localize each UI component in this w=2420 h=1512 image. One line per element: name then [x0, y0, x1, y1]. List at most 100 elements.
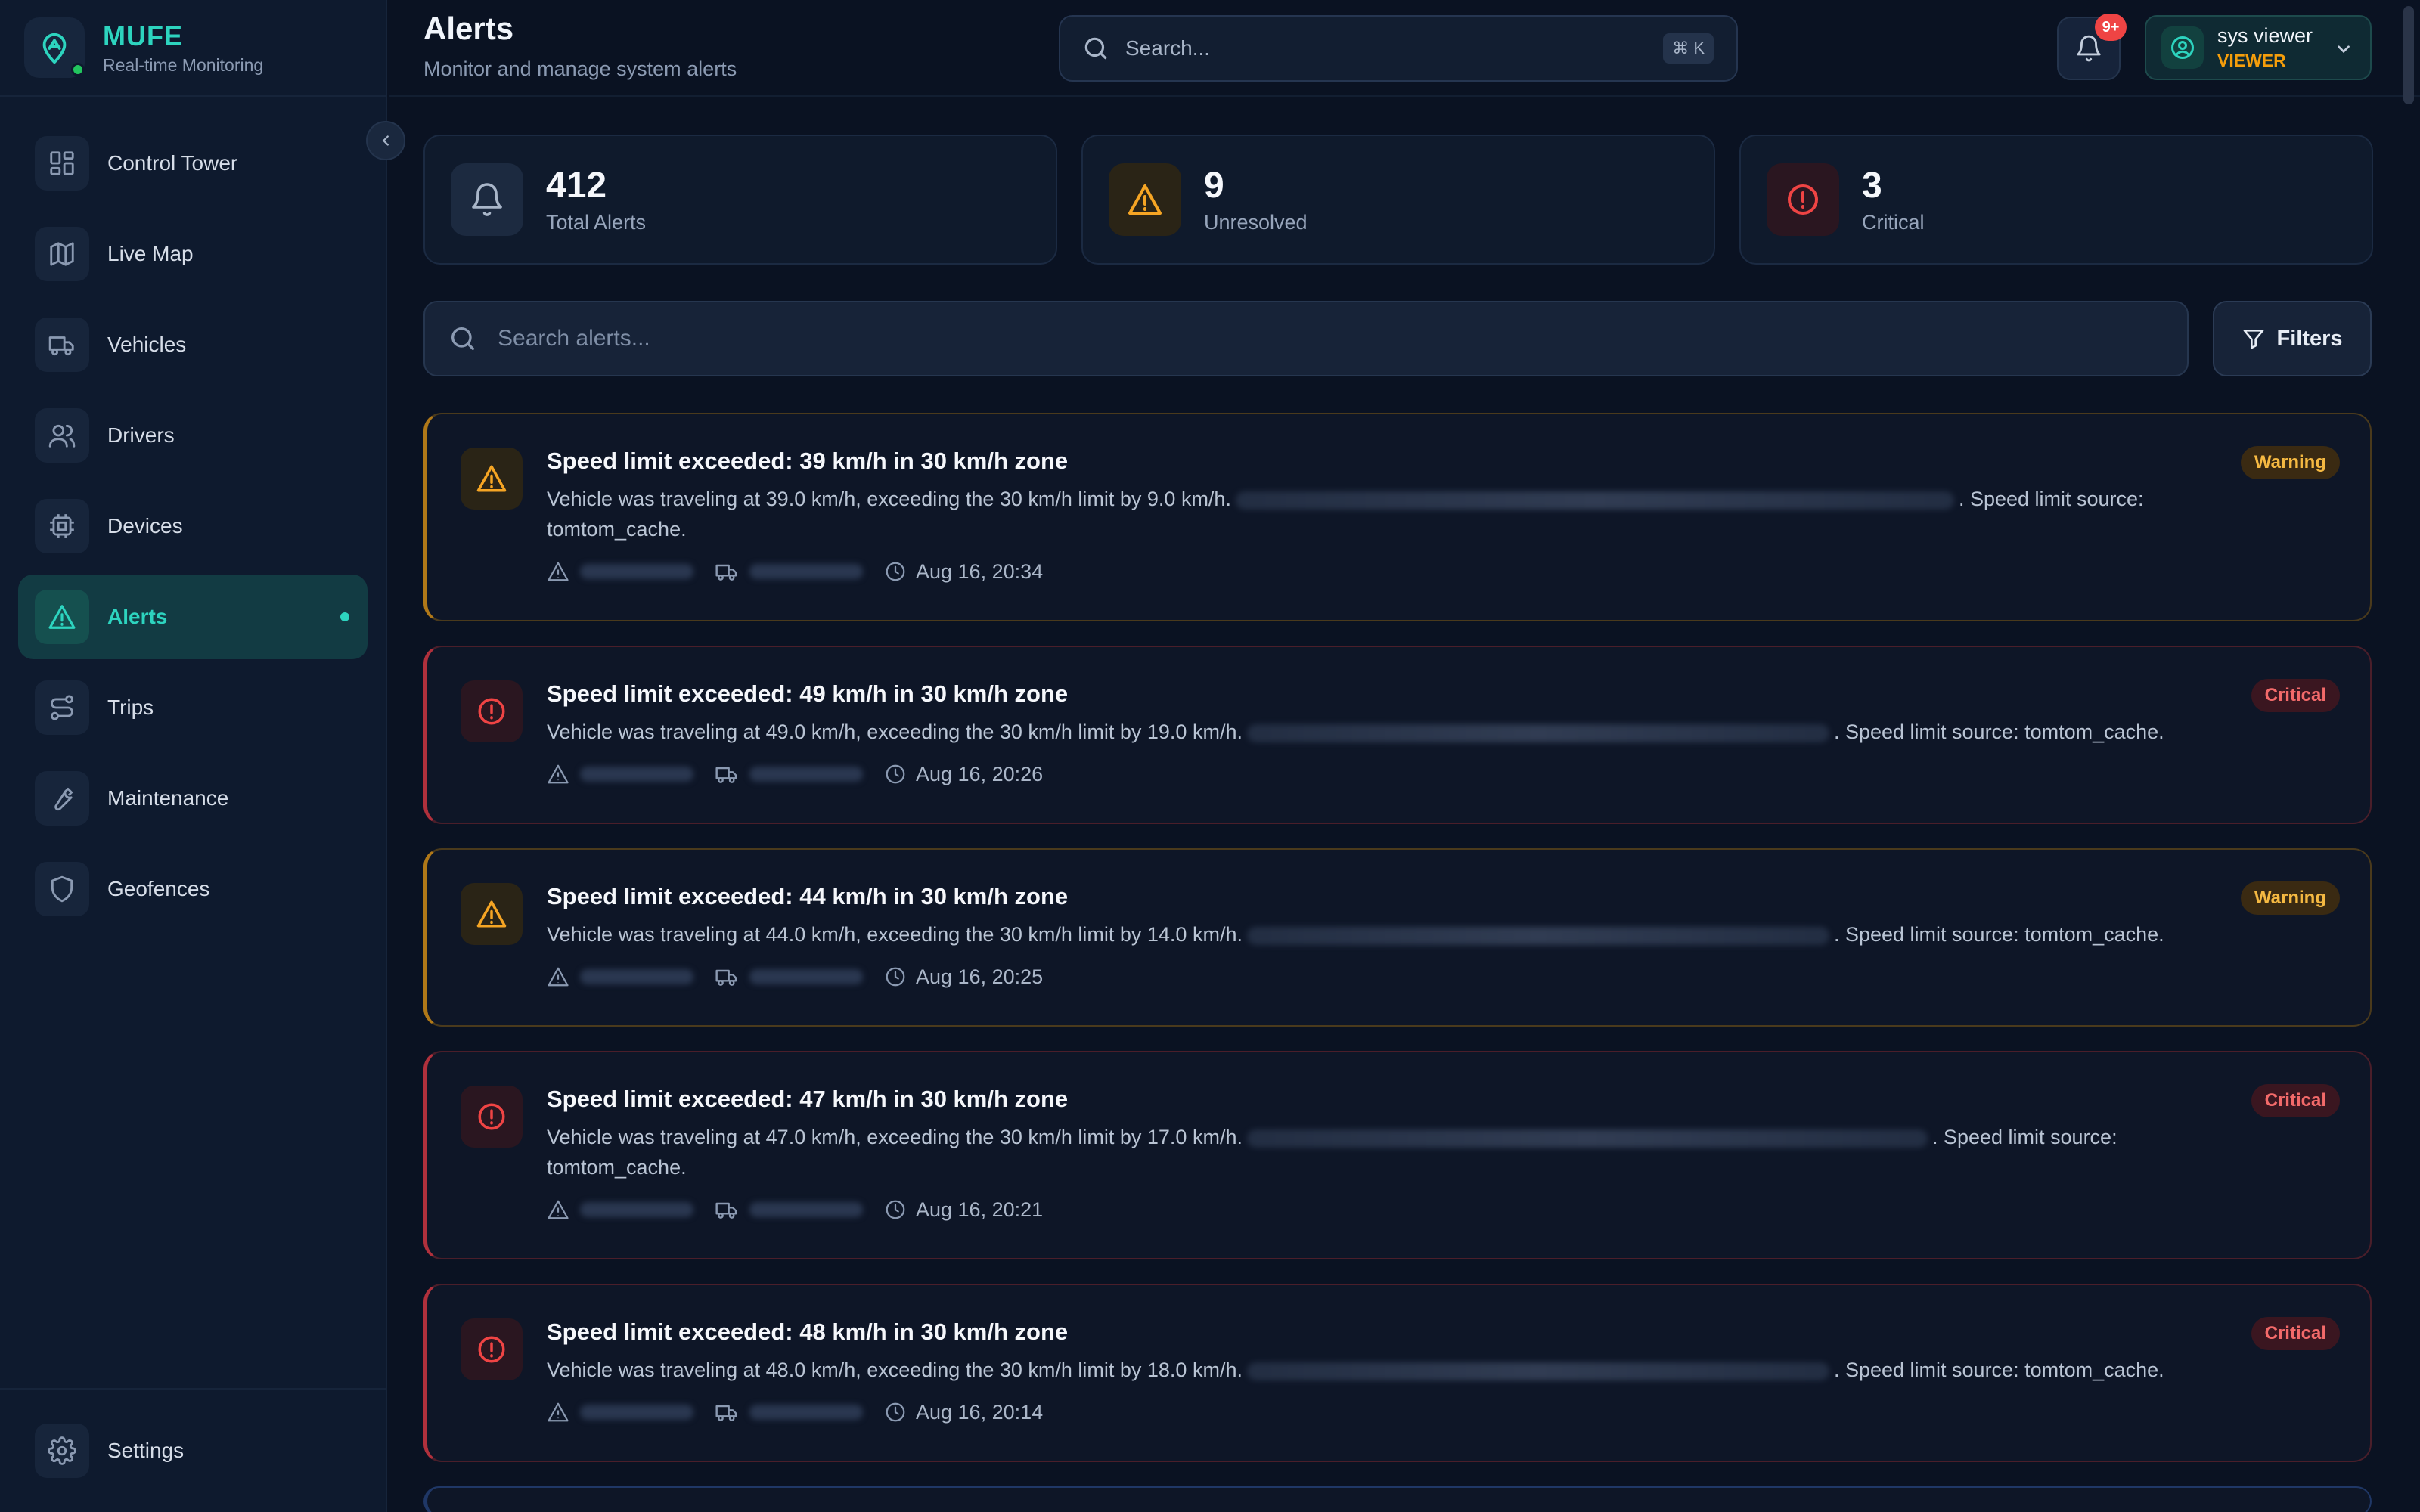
alert-description-text: Vehicle was traveling at 39.0 km/h, exce… — [547, 488, 1231, 510]
user-menu-button[interactable]: sys viewer VIEWER — [2145, 15, 2372, 80]
sidebar-item-settings[interactable]: Settings — [18, 1408, 368, 1493]
stat-value: 3 — [1862, 166, 1882, 206]
alert-circle-icon — [461, 1318, 523, 1380]
top-header: Alerts Monitor and manage system alerts … — [389, 0, 2420, 97]
alert-description-source: . Speed limit source: tomtom_cache. — [1833, 1359, 2164, 1381]
warning-icon — [461, 448, 523, 510]
truck-icon — [715, 767, 737, 783]
user-role: VIEWER — [2217, 51, 2286, 70]
wrench-icon — [35, 771, 89, 826]
alert-card[interactable]: Speed limit exceeded: 39 km/h in 30 km/h… — [424, 413, 2372, 621]
sidebar-item-drivers[interactable]: Drivers — [18, 393, 368, 478]
stat-total-alerts: 412 Total Alerts — [424, 135, 1057, 265]
alert-card[interactable]: Speed limit exceeded: 48 km/h in 30 km/h… — [424, 1284, 2372, 1462]
filters-button[interactable]: Filters — [2213, 301, 2372, 376]
alert-meta: Aug 16, 20:14 — [547, 1396, 2340, 1429]
alert-card[interactable]: Speed limit exceeded: 47 km/h in 30 km/h… — [424, 1051, 2372, 1259]
alert-meta: Aug 16, 20:25 — [547, 960, 2340, 993]
alert-title: Speed limit exceeded: 44 km/h in 30 km/h… — [547, 883, 1069, 909]
sidebar-item-label: Trips — [107, 696, 154, 719]
online-status-dot — [71, 63, 85, 76]
redacted-alert-type — [580, 1202, 693, 1217]
warning-icon — [548, 764, 569, 784]
map-icon — [35, 227, 89, 281]
brand-logo-icon — [24, 17, 85, 78]
severity-badge: Critical — [2251, 1317, 2340, 1350]
alert-description-text: Vehicle was traveling at 48.0 km/h, exce… — [547, 1359, 1243, 1381]
scrollbar-thumb[interactable] — [2403, 6, 2414, 104]
grid-icon — [35, 136, 89, 191]
clock-icon — [886, 967, 905, 987]
sidebar-item-geofences[interactable]: Geofences — [18, 847, 368, 931]
sidebar-collapse-button[interactable] — [366, 121, 405, 160]
alert-card-partial[interactable] — [424, 1486, 2372, 1512]
sidebar-item-vehicles[interactable]: Vehicles — [18, 302, 368, 387]
sidebar-item-devices[interactable]: Devices — [18, 484, 368, 569]
stat-label: Critical — [1862, 211, 1925, 234]
active-indicator-dot — [340, 612, 349, 621]
global-search-input[interactable] — [1125, 36, 1640, 60]
redacted-vehicle — [749, 564, 863, 579]
alert-circle-icon — [1767, 163, 1839, 236]
chevron-left-icon — [382, 135, 389, 146]
alert-description-text: Vehicle was traveling at 49.0 km/h, exce… — [547, 720, 1243, 743]
alert-description: Vehicle was traveling at 49.0 km/h, exce… — [547, 717, 2195, 747]
severity-badge: Warning — [2240, 446, 2340, 479]
severity-badge: Critical — [2251, 679, 2340, 712]
alert-description-source: . Speed limit source: tomtom_cache. — [1833, 720, 2164, 743]
stat-critical: 3 Critical — [1739, 135, 2373, 265]
sidebar-item-trips[interactable]: Trips — [18, 665, 368, 750]
user-name: sys viewer — [2217, 24, 2313, 47]
user-avatar-icon — [2161, 26, 2204, 69]
alert-search[interactable] — [424, 301, 2189, 376]
sidebar-item-control-tower[interactable]: Control Tower — [18, 121, 368, 206]
notification-count-badge: 9+ — [2095, 14, 2127, 41]
truck-icon — [35, 318, 89, 372]
severity-badge: Warning — [2240, 881, 2340, 915]
sidebar-item-maintenance[interactable]: Maintenance — [18, 756, 368, 841]
sidebar: MUFE Real-time Monitoring Control Tower … — [0, 0, 387, 1512]
sidebar-item-label: Control Tower — [107, 151, 238, 175]
sidebar-item-alerts[interactable]: Alerts — [18, 575, 368, 659]
alert-title: Speed limit exceeded: 48 km/h in 30 km/h… — [547, 1318, 1069, 1345]
alert-description: Vehicle was traveling at 47.0 km/h, exce… — [547, 1122, 2195, 1182]
alert-description-text: Vehicle was traveling at 44.0 km/h, exce… — [547, 923, 1243, 946]
redacted-vehicle — [749, 1405, 863, 1420]
alert-circle-icon — [461, 680, 523, 742]
alert-time: Aug 16, 20:25 — [916, 965, 1044, 988]
warning-icon — [548, 562, 569, 581]
page-scrollbar[interactable] — [2402, 0, 2417, 1512]
truck-icon — [715, 564, 737, 581]
warning-icon — [461, 883, 523, 945]
clock-icon — [886, 1200, 905, 1219]
sidebar-item-live-map[interactable]: Live Map — [18, 212, 368, 296]
notifications-button[interactable]: 9+ — [2057, 14, 2127, 80]
gear-icon — [35, 1424, 89, 1478]
alert-search-input[interactable] — [498, 326, 2086, 352]
sidebar-item-label: Vehicles — [107, 333, 187, 356]
alert-time: Aug 16, 20:14 — [916, 1400, 1044, 1424]
search-icon — [1084, 37, 1107, 60]
warning-icon — [35, 590, 89, 644]
alert-description: Vehicle was traveling at 44.0 km/h, exce… — [547, 919, 2195, 950]
sidebar-item-label: Maintenance — [107, 786, 229, 810]
redacted-location — [1246, 1362, 1829, 1380]
stat-label: Total Alerts — [546, 211, 647, 234]
redacted-vehicle — [749, 1202, 863, 1217]
redacted-location — [1235, 491, 1954, 510]
alert-description: Vehicle was traveling at 48.0 km/h, exce… — [547, 1355, 2195, 1385]
alert-title: Speed limit exceeded: 39 km/h in 30 km/h… — [547, 448, 1069, 474]
alert-card[interactable]: Speed limit exceeded: 49 km/h in 30 km/h… — [424, 646, 2372, 824]
sidebar-item-label: Live Map — [107, 242, 194, 265]
global-search[interactable]: ⌘ K — [1059, 15, 1738, 82]
stat-unresolved: 9 Unresolved — [1081, 135, 1715, 265]
route-icon — [35, 680, 89, 735]
alert-time: Aug 16, 20:34 — [916, 559, 1044, 583]
warning-icon — [1109, 163, 1181, 236]
redacted-location — [1246, 723, 1829, 742]
alert-card[interactable]: Speed limit exceeded: 44 km/h in 30 km/h… — [424, 848, 2372, 1027]
alert-time: Aug 16, 20:21 — [916, 1198, 1044, 1221]
alert-description-source: . Speed limit source: tomtom_cache. — [1833, 923, 2164, 946]
severity-badge: Critical — [2251, 1084, 2340, 1117]
alert-circle-icon — [461, 1086, 523, 1148]
